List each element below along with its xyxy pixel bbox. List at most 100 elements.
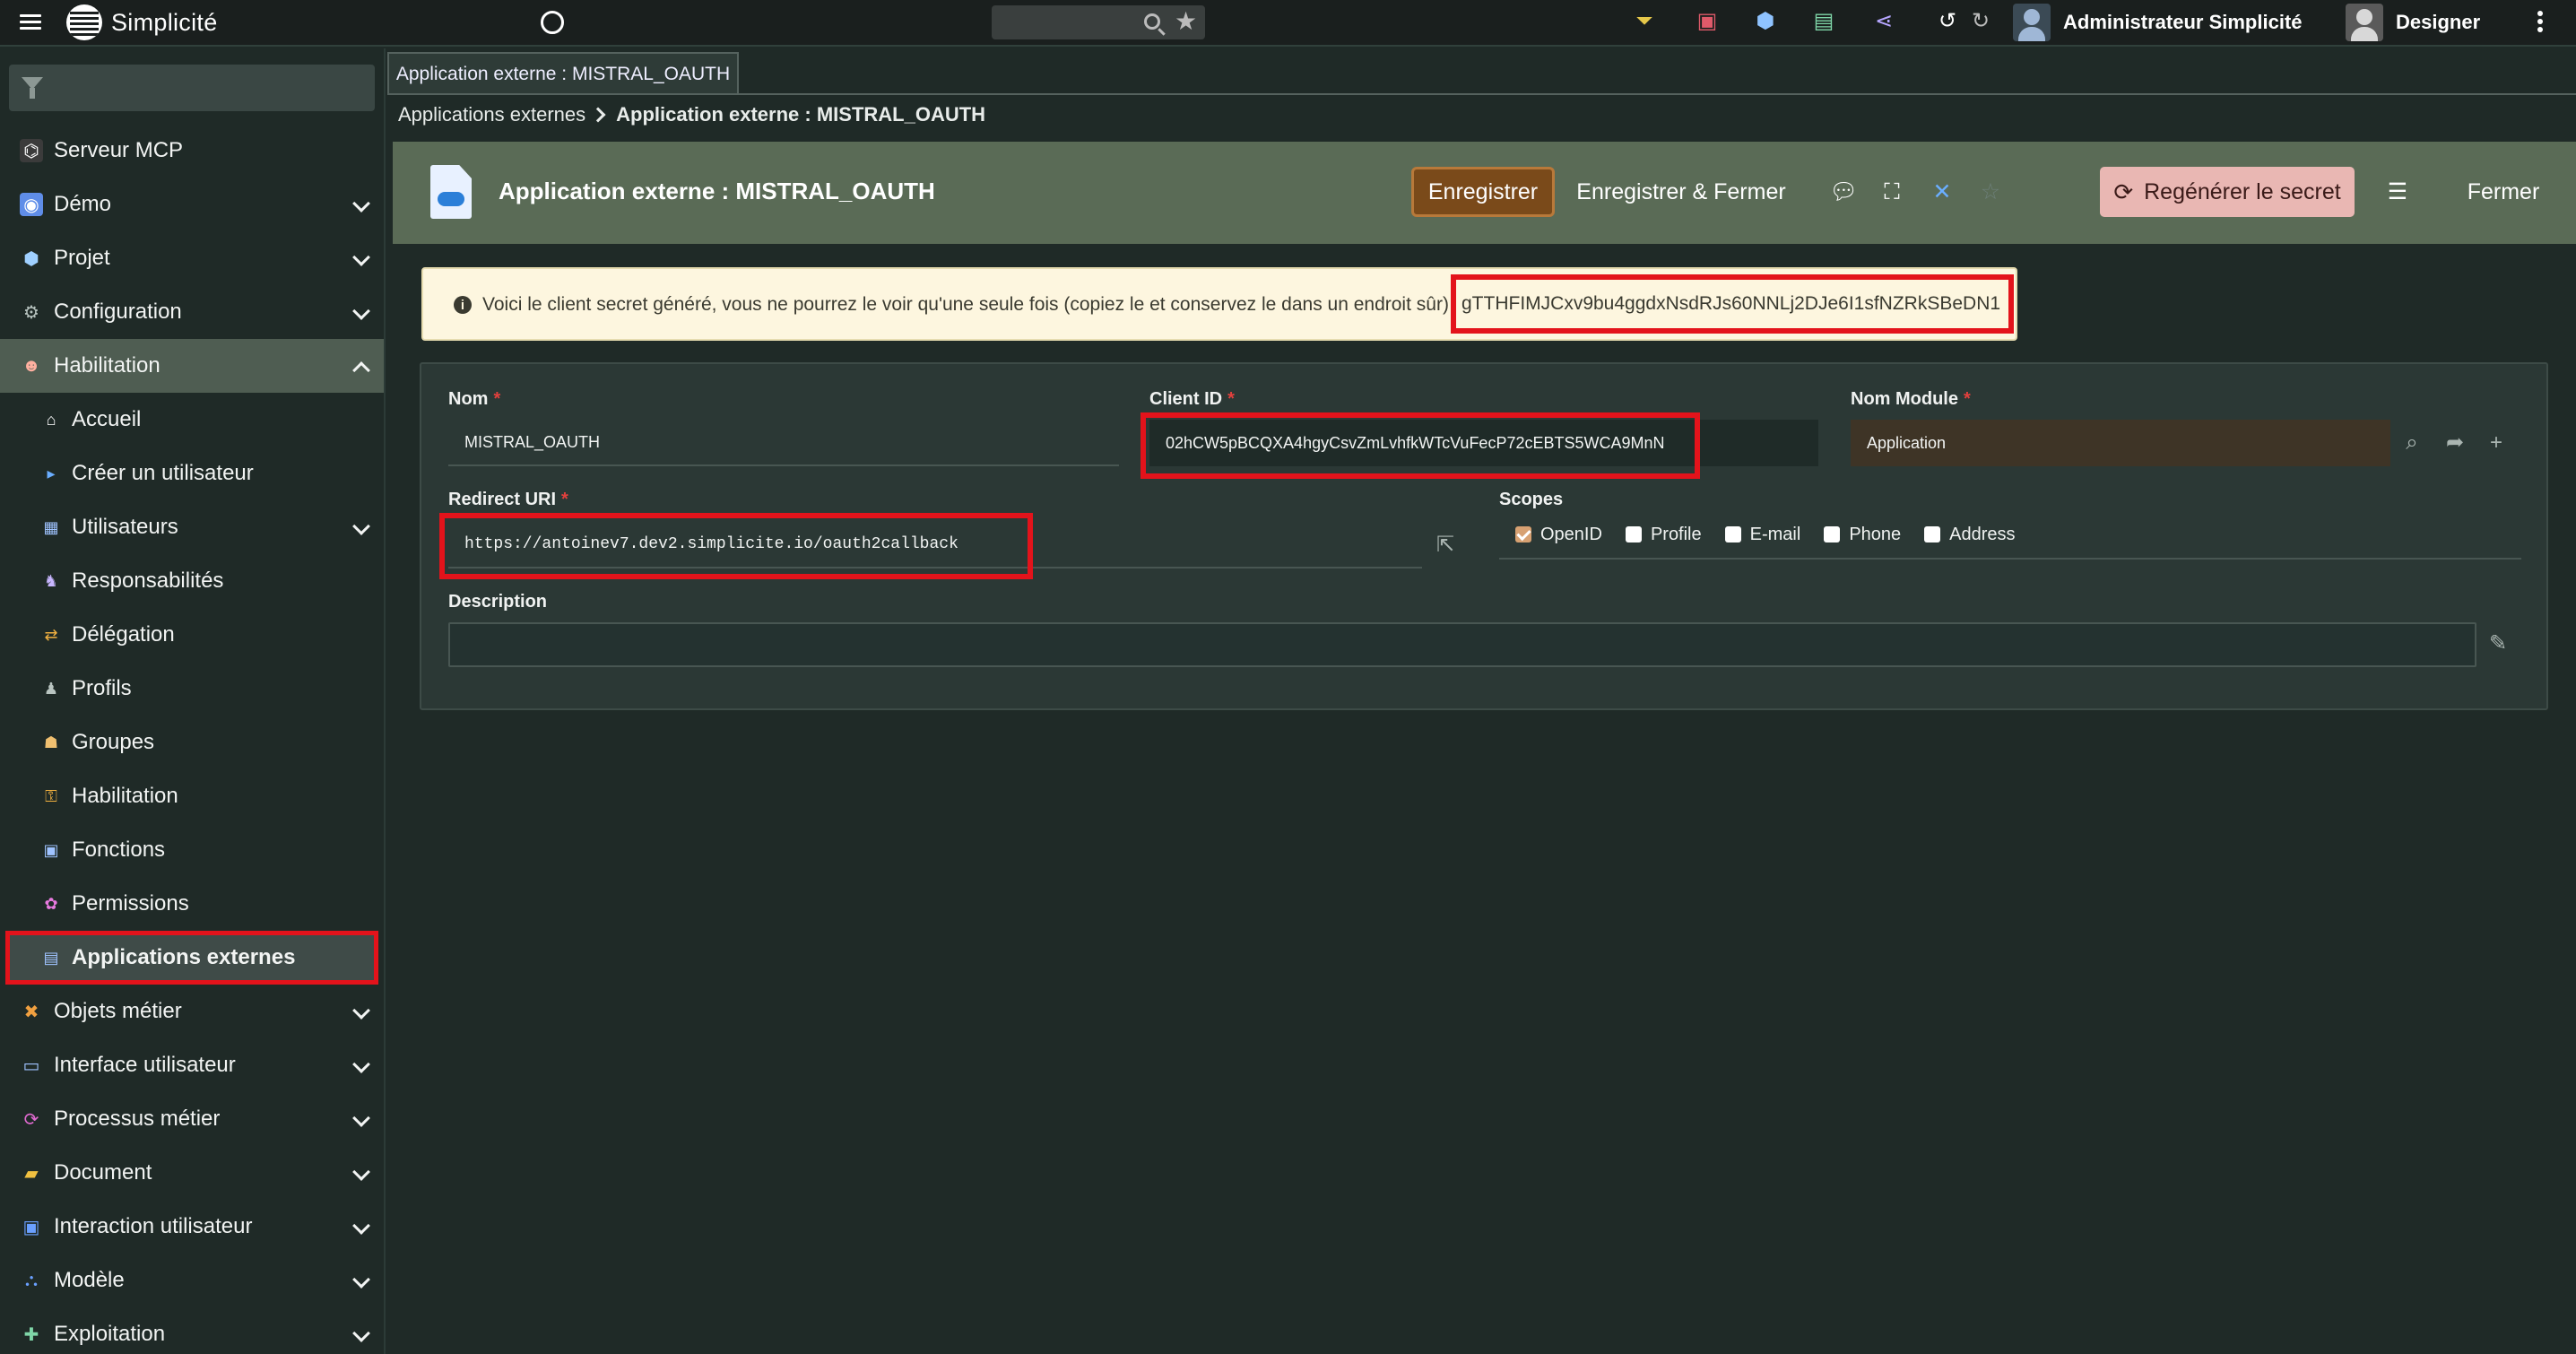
scope-openid[interactable]: OpenID xyxy=(1515,525,1602,545)
sidebar-item-interaction-utilisateur[interactable]: ▣ Interaction utilisateur xyxy=(0,1200,384,1254)
secret-alert: i Voici le client secret généré, vous ne… xyxy=(421,267,2017,341)
nom-field[interactable]: MISTRAL_OAUTH xyxy=(448,420,1119,466)
client-secret-value[interactable]: gTTHFIMJCxv9bu4ggdxNsdRJs60NNLj2DJe6I1sf… xyxy=(1451,274,2014,334)
search-input[interactable]: ★ xyxy=(992,5,1205,39)
chevron-up-icon[interactable] xyxy=(352,361,370,379)
binoculars-icon[interactable]: ⛶ xyxy=(1879,179,1904,204)
favorite-star-icon[interactable]: ☆ xyxy=(1978,179,2003,204)
chevron-down-icon[interactable] xyxy=(352,302,370,320)
scope-label: OpenID xyxy=(1540,524,1602,544)
scope-email[interactable]: E-mail xyxy=(1724,525,1800,545)
sidebar-item-label: Processus métier xyxy=(54,1107,221,1131)
save-button[interactable]: Enregistrer xyxy=(1411,167,1555,217)
edit-icon[interactable]: ✎ xyxy=(2485,631,2511,656)
users-icon: ▦ xyxy=(43,517,59,536)
sidebar-item-profils[interactable]: ♟ Profils xyxy=(0,662,384,716)
sidebar-item-label: Groupes xyxy=(72,730,155,754)
gear-icon: ⚙ xyxy=(23,302,39,323)
external-link-icon[interactable]: ⇱ xyxy=(1433,533,1458,558)
redirect-uri-field[interactable]: https://antoinev7.dev2.simplicite.io/oau… xyxy=(448,522,1422,569)
open-link-icon[interactable]: ➦ xyxy=(2442,430,2468,456)
chevron-down-icon[interactable] xyxy=(352,1324,370,1342)
cubes-icon[interactable]: ⬢ xyxy=(1753,9,1778,34)
redo-icon[interactable]: ↻ xyxy=(1968,9,1993,34)
add-icon[interactable]: + xyxy=(2484,430,2509,456)
sidebar-item-document[interactable]: ▰ Document xyxy=(0,1146,384,1200)
sidebar-item-responsabilites[interactable]: ♞ Responsabilités xyxy=(0,554,384,608)
close-button[interactable]: Fermer xyxy=(2448,167,2559,217)
sidebar-item-fonctions[interactable]: ▣ Fonctions xyxy=(0,823,384,877)
share-icon[interactable]: ⋖ xyxy=(1871,9,1896,34)
sidebar-item-configuration[interactable]: ⚙ Configuration xyxy=(0,285,384,339)
filter-funnel-icon[interactable]: ⏷ xyxy=(1632,9,1657,34)
module-field[interactable]: Application xyxy=(1851,420,2390,466)
chevron-down-icon[interactable] xyxy=(352,1271,370,1289)
sidebar-item-utilisateurs[interactable]: ▦ Utilisateurs xyxy=(0,500,384,554)
search-icon[interactable] xyxy=(1144,13,1160,30)
checkbox-checked[interactable] xyxy=(1515,526,1531,542)
sidebar-item-creer-utilisateur[interactable]: ▸ Créer un utilisateur xyxy=(0,447,384,500)
sidebar-item-projet[interactable]: ⬢ Projet xyxy=(0,231,384,285)
brand-name: Simplicité xyxy=(111,8,218,36)
undo-icon[interactable]: ↺ xyxy=(1935,9,1960,34)
checkbox[interactable] xyxy=(1924,526,1941,542)
chevron-down-icon[interactable] xyxy=(352,1109,370,1127)
chevron-down-icon[interactable] xyxy=(352,517,370,535)
mcp-icon: ⌬ xyxy=(20,139,43,162)
client-id-field[interactable]: 02hCW5pBCQXA4hgyCsvZmLvhfkWTcVuFecP72cEB… xyxy=(1149,420,1818,466)
sidebar-item-demo[interactable]: ◉ Démo xyxy=(0,178,384,231)
sidebar-item-label: Exploitation xyxy=(54,1322,166,1346)
client-id-label: Client ID * xyxy=(1149,389,1235,409)
tools-icon[interactable]: ✕ xyxy=(1930,179,1955,204)
sidebar-item-groupes[interactable]: ☗ Groupes xyxy=(0,716,384,769)
scope-phone[interactable]: Phone xyxy=(1824,525,1901,545)
sidebar-filter-input[interactable] xyxy=(9,65,375,111)
sidebar-item-permissions[interactable]: ✿ Permissions xyxy=(0,877,384,931)
chevron-down-icon[interactable] xyxy=(352,195,370,213)
chevron-down-icon[interactable] xyxy=(352,1217,370,1235)
menu-icon[interactable] xyxy=(20,13,41,31)
chevron-down-icon[interactable] xyxy=(352,1163,370,1181)
top-bar: Simplicité ★ ⏷ ▣ ⬢ ▤ ⋖ ↺ ↻ Administrateu… xyxy=(0,0,2576,47)
sidebar-item-label: Interaction utilisateur xyxy=(54,1214,253,1238)
status-circle-icon[interactable] xyxy=(541,11,564,34)
page-title: Application externe : MISTRAL_OAUTH xyxy=(499,178,935,204)
breadcrumb-parent[interactable]: Applications externes xyxy=(398,103,585,126)
sidebar-item-objets-metier[interactable]: ✖ Objets métier xyxy=(0,985,384,1038)
chevron-down-icon[interactable] xyxy=(352,248,370,266)
star-icon[interactable]: ★ xyxy=(1175,8,1197,35)
user-admin[interactable]: Administrateur Simplicité xyxy=(2013,0,2303,45)
sidebar-item-habilitation[interactable]: ☻ Habilitation xyxy=(0,339,384,393)
monitor-icon[interactable]: ▤ xyxy=(1811,9,1836,34)
sidebar-item-serveur-mcp[interactable]: ⌬ Serveur MCP xyxy=(0,124,384,178)
comment-icon[interactable]: 💬︎ xyxy=(1829,179,1858,204)
description-field[interactable] xyxy=(448,622,2476,667)
sidebar-item-accueil[interactable]: ⌂ Accueil xyxy=(0,393,384,447)
chevron-down-icon[interactable] xyxy=(352,1055,370,1073)
sidebar-item-applications-externes[interactable]: ▤ Applications externes xyxy=(5,931,378,985)
flag-icon[interactable]: ▣ xyxy=(1695,9,1720,34)
sidebar-item-exploitation[interactable]: ✚ Exploitation xyxy=(0,1307,384,1354)
tab-application-externe[interactable]: Application externe : MISTRAL_OAUTH xyxy=(387,52,739,95)
save-close-button[interactable]: Enregistrer & Fermer xyxy=(1571,167,1791,217)
hamburger-icon[interactable]: ☰ xyxy=(2385,179,2410,204)
sidebar-item-delegation[interactable]: ⇄ Délégation xyxy=(0,608,384,662)
regenerate-secret-button[interactable]: ⟳ Regénérer le secret xyxy=(2100,167,2355,217)
scope-address[interactable]: Address xyxy=(1924,525,2016,545)
process-icon: ⟳ xyxy=(23,1109,39,1130)
sidebar-item-habilitation-sub[interactable]: ⚿ Habilitation xyxy=(0,769,384,823)
checkbox[interactable] xyxy=(1625,526,1642,542)
sidebar-item-interface-utilisateur[interactable]: ▭ Interface utilisateur xyxy=(0,1038,384,1092)
sidebar-item-processus-metier[interactable]: ⟳ Processus métier xyxy=(0,1092,384,1146)
checkbox[interactable] xyxy=(1724,526,1741,542)
more-vertical-icon[interactable] xyxy=(2537,11,2543,35)
redirect-label-text: Redirect URI xyxy=(448,490,557,509)
nom-label-text: Nom xyxy=(448,389,489,409)
user-designer[interactable]: Designer xyxy=(2346,0,2480,45)
sidebar-item-modele[interactable]: ⛬ Modèle xyxy=(0,1254,384,1307)
checkbox[interactable] xyxy=(1824,526,1841,542)
search-icon[interactable]: ⌕ xyxy=(2399,430,2424,456)
logo[interactable]: Simplicité xyxy=(66,4,218,40)
scope-profile[interactable]: Profile xyxy=(1625,525,1702,545)
chevron-down-icon[interactable] xyxy=(352,1002,370,1020)
